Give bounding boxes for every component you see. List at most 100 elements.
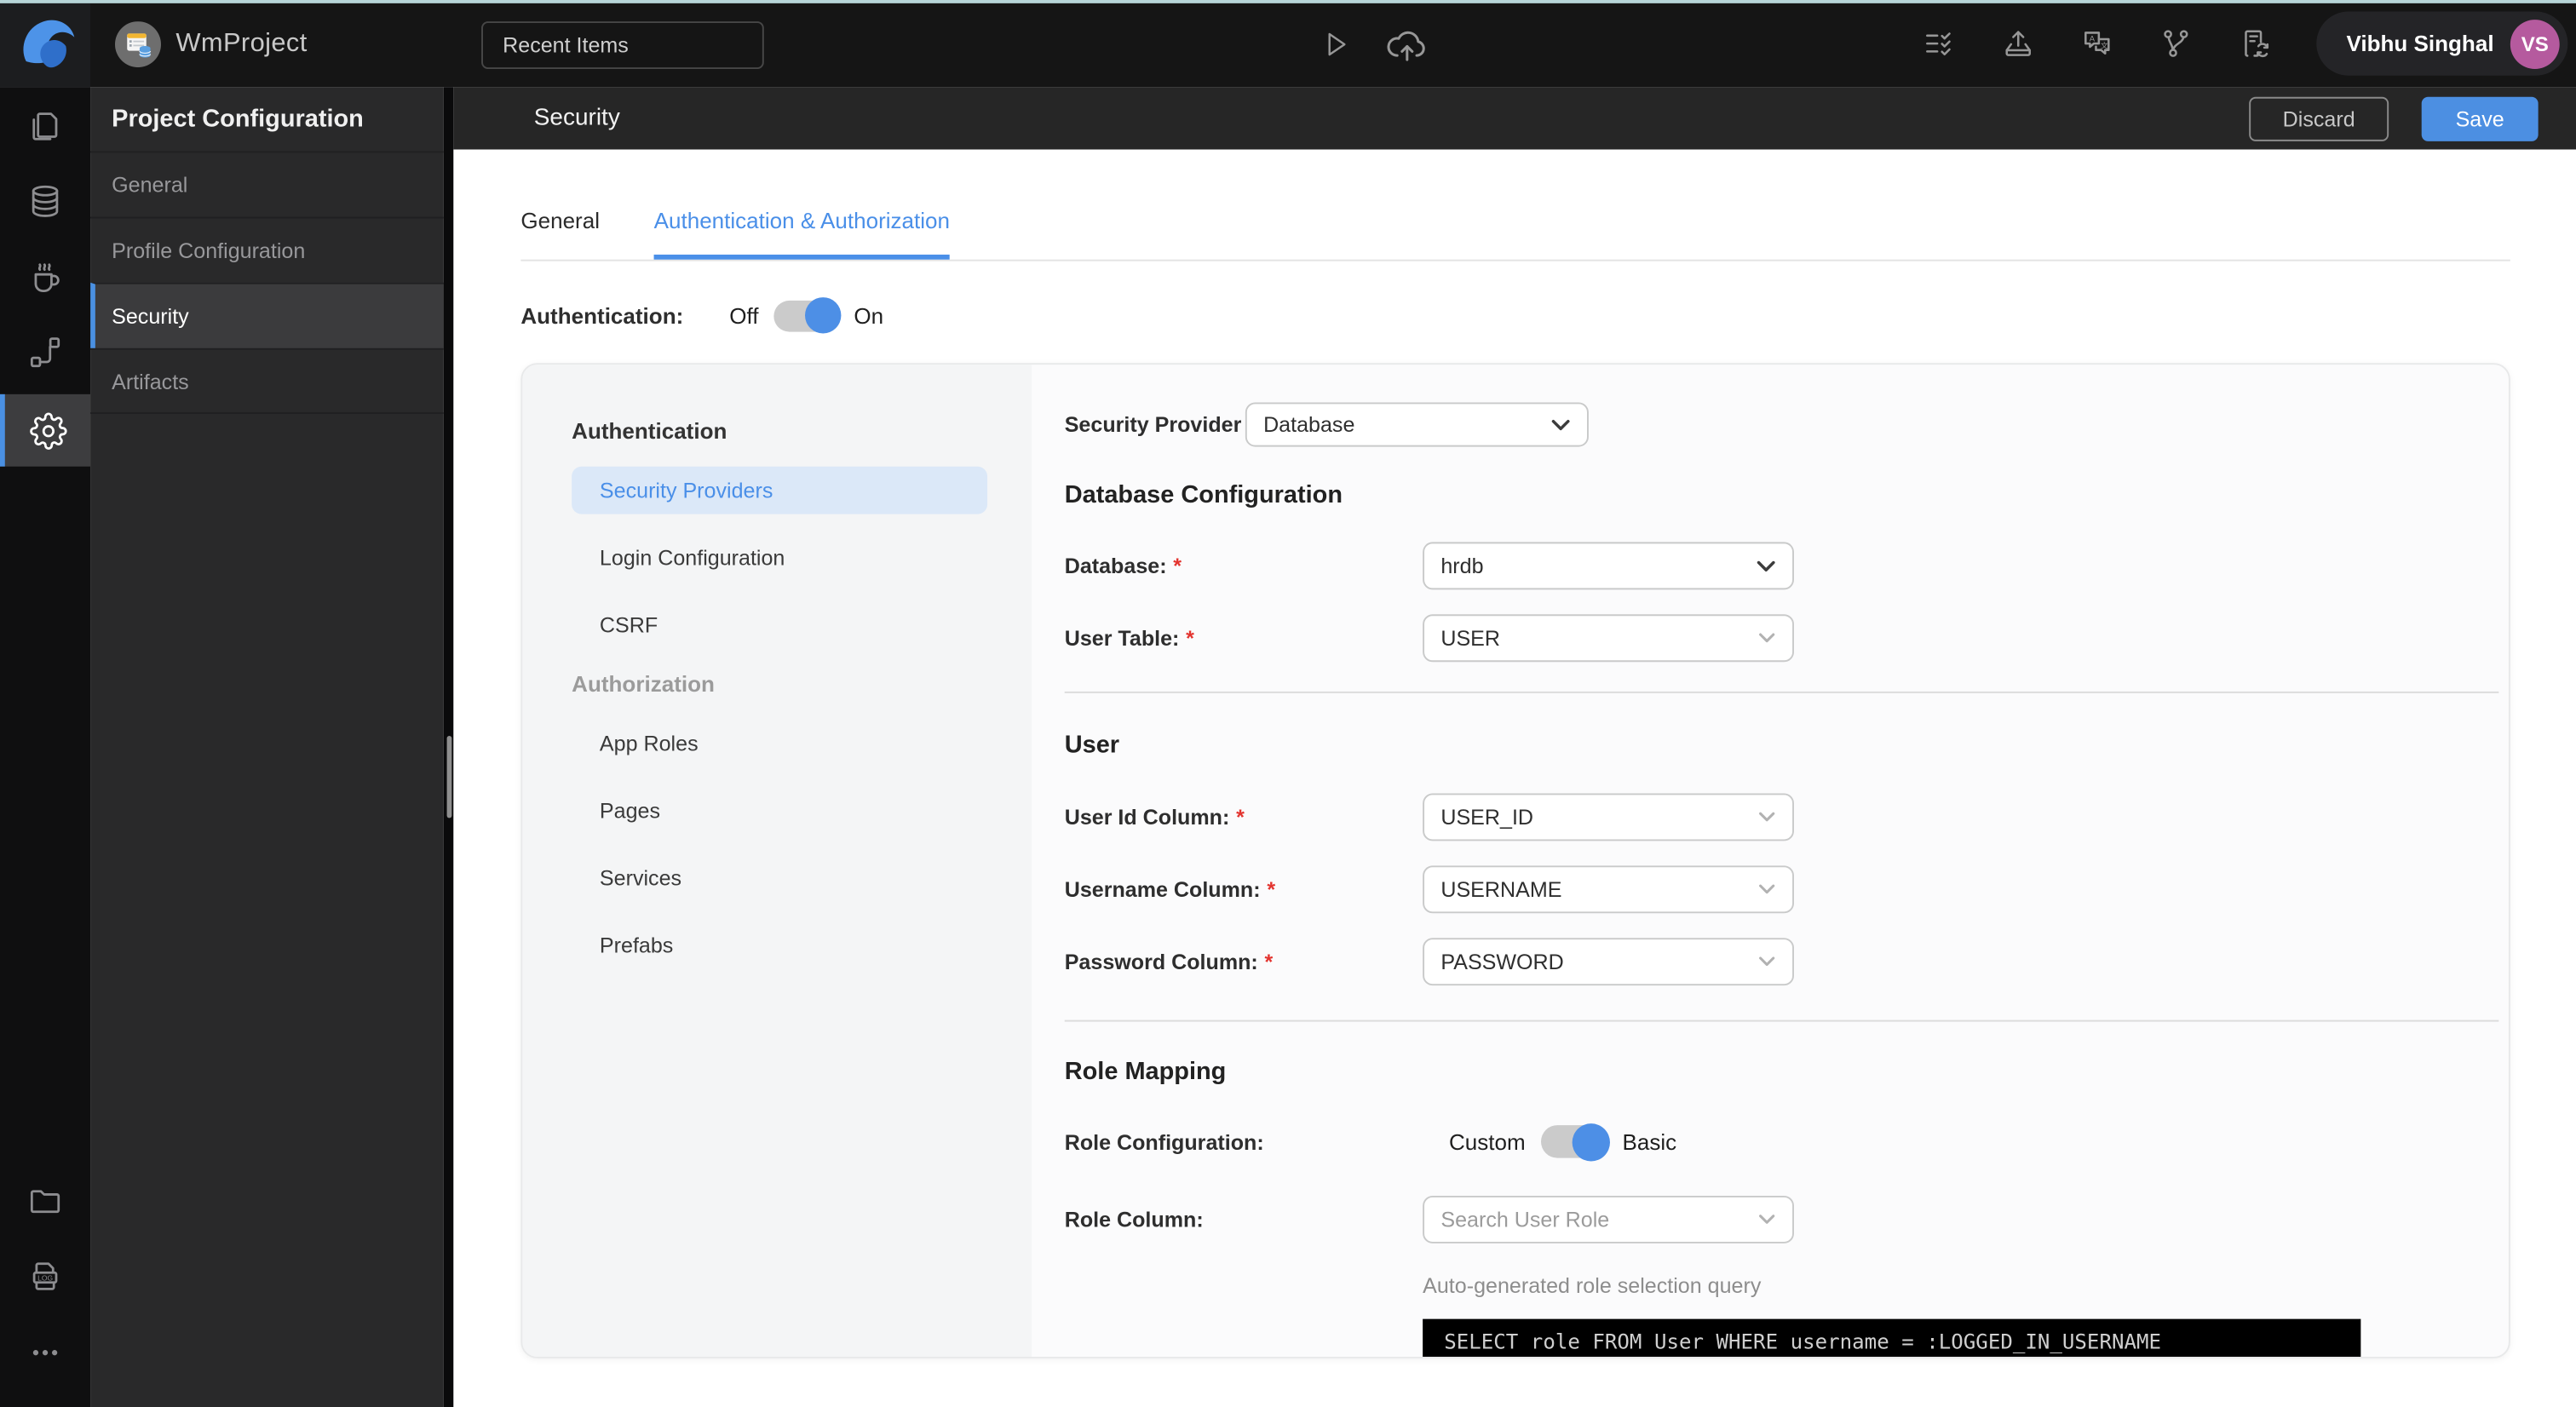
- wavemaker-studio-screen: WmProject Recent Items A 文 Vibhu Singhal…: [0, 0, 2576, 1407]
- query-caption: Auto-generated role selection query: [1423, 1272, 1762, 1298]
- nav-item-prefabs[interactable]: Prefabs: [522, 922, 1032, 969]
- wavemaker-logo[interactable]: [0, 0, 91, 88]
- user-id-column-row: User Id Column: * USER_ID: [1065, 793, 2499, 841]
- password-column-label: Password Column: *: [1064, 949, 1274, 974]
- left-icon-rail: LOG: [0, 87, 91, 1407]
- role-configuration-toggle[interactable]: [1540, 1123, 1610, 1161]
- tab-authentication-authorization[interactable]: Authentication & Authorization: [653, 209, 951, 260]
- nav-item-pages[interactable]: Pages: [522, 787, 1032, 835]
- sidebar-item-security[interactable]: Security: [90, 282, 444, 348]
- save-button[interactable]: Save: [2421, 95, 2539, 141]
- security-section-nav: Authentication Security Providers Login …: [522, 365, 1032, 1357]
- nav-item-csrf[interactable]: CSRF: [522, 601, 1032, 649]
- chevron-down-icon: [1759, 884, 1775, 894]
- user-section-heading: User: [1064, 731, 1120, 759]
- role-column-row: Role Column:: [1064, 1195, 2499, 1243]
- topbar-right-actions: A 文 Vibhu Singhal VS: [1923, 0, 2568, 87]
- password-column-row: Password Column: * PASSWORD: [1064, 938, 2499, 986]
- discard-button[interactable]: Discard: [2249, 95, 2389, 141]
- translate-icon[interactable]: A 文: [2080, 26, 2115, 60]
- toggle-on-label: On: [854, 302, 884, 328]
- role-column-label: Role Column:: [1064, 1207, 1204, 1232]
- custom-label: Custom: [1448, 1128, 1526, 1154]
- chevron-down-icon: [1551, 418, 1570, 430]
- main-content: Security Discard Save General Authentica…: [453, 87, 2576, 1407]
- nav-item-app-roles[interactable]: App Roles: [522, 720, 1032, 767]
- cloud-upload-icon[interactable]: [1385, 24, 1429, 63]
- database-select[interactable]: hrdb: [1423, 542, 1794, 590]
- database-label: Database: *: [1064, 553, 1182, 578]
- user-table-select[interactable]: USER: [1423, 614, 1794, 663]
- role-configuration-toggle-group: Custom Basic: [1423, 1123, 1676, 1161]
- toggle-off-label: Off: [729, 302, 759, 328]
- nav-item-services[interactable]: Services: [522, 854, 1032, 902]
- toggle-knob: [804, 297, 841, 334]
- wavemaker-wave-icon: [14, 12, 76, 74]
- username-column-select[interactable]: USERNAME: [1423, 865, 1794, 914]
- panel-scrollbar-handle[interactable]: [446, 735, 451, 818]
- more-icon[interactable]: [0, 1314, 90, 1390]
- sidebar-item-artifacts[interactable]: Artifacts: [90, 347, 444, 414]
- project-chip[interactable]: WmProject: [114, 0, 308, 87]
- authentication-section-heading: Authentication: [572, 418, 727, 444]
- security-provider-label: Security Provider: [1064, 412, 1242, 437]
- user-menu[interactable]: Vibhu Singhal VS: [2316, 11, 2568, 76]
- project-config-title: Project Configuration: [112, 105, 364, 134]
- password-column-select[interactable]: PASSWORD: [1423, 938, 1794, 986]
- required-marker: *: [1236, 804, 1245, 830]
- user-name: Vibhu Singhal: [2346, 31, 2494, 56]
- branch-icon[interactable]: [2159, 26, 2194, 60]
- user-table-field-row: User Table: * USER: [1064, 614, 2499, 663]
- nav-item-login-configuration[interactable]: Login Configuration: [522, 534, 1032, 582]
- top-bar: WmProject Recent Items A 文 Vibhu Singhal…: [0, 0, 2576, 88]
- project-config-panel: Project Configuration General Profile Co…: [90, 87, 444, 1407]
- database-icon[interactable]: [0, 163, 90, 238]
- panel-scrollbar-track: [443, 87, 454, 1407]
- nav-item-security-providers[interactable]: Security Providers: [572, 466, 988, 514]
- file-sync-icon[interactable]: [2238, 26, 2273, 60]
- task-list-icon[interactable]: [1923, 26, 1958, 60]
- required-marker: *: [1173, 553, 1182, 578]
- user-id-column-select[interactable]: USER_ID: [1423, 793, 1794, 841]
- sidebar-item-profile-configuration[interactable]: Profile Configuration: [90, 216, 444, 283]
- folder-icon[interactable]: [0, 1163, 90, 1238]
- security-config-card: Authentication Security Providers Login …: [520, 363, 2510, 1358]
- recent-items-dropdown[interactable]: Recent Items: [481, 21, 764, 69]
- api-icon[interactable]: [0, 313, 90, 389]
- page-title: Security: [533, 105, 620, 132]
- required-marker: *: [1267, 876, 1276, 902]
- svg-text:LOG: LOG: [37, 1273, 53, 1282]
- tab-general[interactable]: General: [520, 209, 600, 260]
- user-avatar: VS: [2510, 19, 2560, 69]
- security-provider-row: Security Provider Database: [1064, 402, 2499, 447]
- role-configuration-row: Role Configuration: Custom Basic: [1065, 1122, 2499, 1161]
- chevron-down-icon: [1759, 956, 1775, 967]
- section-divider: [1064, 691, 2499, 693]
- username-column-label: Username Column: *: [1064, 876, 1276, 902]
- run-play-icon[interactable]: [1320, 27, 1353, 60]
- security-header: Security Discard Save: [453, 87, 2576, 150]
- required-marker: *: [1264, 949, 1274, 974]
- authorization-section-heading: Authorization: [572, 671, 715, 697]
- svg-text:文: 文: [2101, 41, 2108, 50]
- pages-icon[interactable]: [0, 87, 90, 163]
- logs-icon[interactable]: LOG: [0, 1238, 90, 1314]
- role-column-search-input[interactable]: [1440, 1207, 1704, 1232]
- java-service-icon[interactable]: [0, 238, 90, 314]
- chevron-down-icon: [1757, 560, 1775, 571]
- export-icon[interactable]: [2001, 26, 2036, 60]
- role-configuration-label: Role Configuration:: [1064, 1128, 1264, 1154]
- project-name: WmProject: [175, 28, 308, 57]
- authentication-label: Authentication:: [520, 302, 684, 328]
- security-tabs: General Authentication & Authorization: [520, 209, 2510, 261]
- role-mapping-heading: Role Mapping: [1064, 1057, 1227, 1086]
- rail-bottom-group: LOG: [0, 1163, 90, 1389]
- authentication-toggle[interactable]: [773, 297, 841, 334]
- settings-icon[interactable]: [0, 393, 91, 467]
- screen-top-edge: [0, 0, 2576, 3]
- role-column-select[interactable]: [1423, 1195, 1794, 1243]
- user-table-label: User Table: *: [1064, 625, 1194, 651]
- chevron-down-icon: [1759, 1215, 1775, 1224]
- sidebar-item-general[interactable]: General: [90, 151, 444, 216]
- security-provider-select[interactable]: Database: [1245, 402, 1589, 447]
